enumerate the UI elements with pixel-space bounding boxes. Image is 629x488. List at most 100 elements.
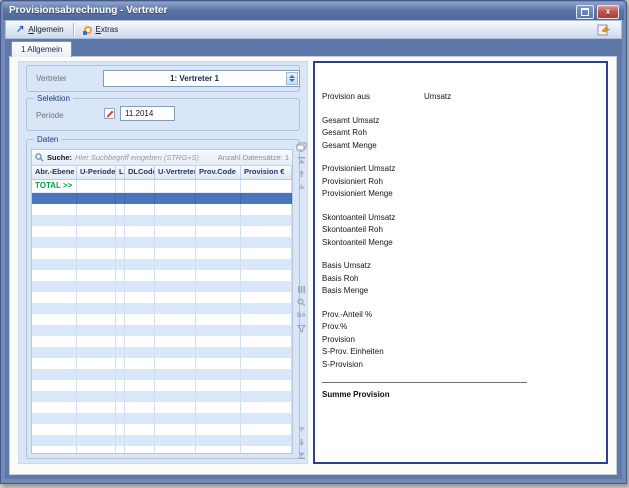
search-icon — [35, 153, 44, 162]
grid-cell — [116, 413, 125, 424]
grid-cell — [32, 215, 77, 226]
filter-icon — [297, 324, 306, 333]
grid-row[interactable] — [32, 281, 292, 292]
toolbar: ↗ Allgemein Extras — [5, 20, 622, 39]
grid-layout-button[interactable] — [296, 284, 307, 295]
grid-edit-mask-button[interactable]: BA — [296, 310, 307, 321]
grid-row[interactable] — [32, 204, 292, 215]
grid-cell — [32, 402, 77, 413]
grid-cell — [125, 424, 155, 435]
total-row-cell — [155, 180, 196, 192]
grid-cell — [116, 281, 125, 292]
grid-row[interactable] — [32, 435, 292, 446]
stat-label: Skontoanteil Umsatz — [322, 213, 395, 222]
calendar-edit-icon — [103, 107, 116, 120]
total-row-cell — [125, 180, 155, 192]
grid-row[interactable] — [32, 391, 292, 402]
grid-cell — [155, 248, 196, 259]
exit-button[interactable] — [591, 22, 617, 37]
scroll-down-button[interactable] — [296, 437, 307, 448]
grid-row[interactable] — [32, 336, 292, 347]
toolbar-button-allgemein[interactable]: ↗ Allgemein — [10, 22, 70, 37]
grid-cell — [241, 413, 292, 424]
selektion-group: Selektion Periode 11.2014 — [26, 98, 300, 131]
titlebar[interactable]: Provisionsabrechnung - Vertreter x — [3, 2, 624, 20]
grid-cell — [241, 259, 292, 270]
grid-total-row[interactable]: TOTAL >> — [32, 180, 292, 193]
grid-cell — [196, 193, 241, 204]
record-count: Anzahl Datensätze: 1 — [218, 153, 289, 162]
grid-row[interactable] — [32, 380, 292, 391]
grid-row[interactable] — [32, 215, 292, 226]
column-chooser-button[interactable] — [296, 141, 307, 152]
vertreter-spinner[interactable] — [286, 72, 298, 85]
left-panel: Vertreter 1: Vertreter 1 Selektion Perio… — [18, 61, 308, 464]
grid-row-selected[interactable] — [32, 193, 292, 204]
grid-body — [32, 193, 292, 454]
stat-row: S-Provision — [322, 359, 606, 372]
grid-row[interactable] — [32, 314, 292, 325]
tab-allgemein[interactable]: 1 Allgemein — [11, 41, 72, 57]
grid-row[interactable] — [32, 237, 292, 248]
grid-cell — [32, 391, 77, 402]
tab-allgemein-label: 1 Allgemein — [21, 45, 62, 54]
grid-row[interactable] — [32, 259, 292, 270]
grid-cell — [125, 336, 155, 347]
restore-window-button[interactable] — [576, 5, 594, 19]
row-up-button[interactable] — [296, 181, 307, 192]
grid-column-header-0[interactable]: Abr.-Ebene — [32, 166, 77, 179]
grid-column-header-6[interactable]: Provision € — [241, 166, 292, 179]
stat-row: Basis Menge — [322, 285, 606, 298]
grid-row[interactable] — [32, 292, 292, 303]
grid-cell — [241, 369, 292, 380]
grid-row[interactable] — [32, 402, 292, 413]
vertreter-dropdown[interactable]: 1: Vertreter 1 — [103, 70, 300, 87]
provision-stats: Provision ausUmsatzGesamt UmsatzGesamt R… — [315, 63, 606, 399]
scroll-to-top-button[interactable] — [296, 155, 307, 166]
grid-cell — [155, 435, 196, 446]
grid-cell — [196, 248, 241, 259]
selektion-group-title: Selektion — [34, 94, 73, 103]
toolbar-button-extras[interactable]: Extras — [78, 22, 125, 37]
periode-input[interactable]: 11.2014 — [120, 106, 175, 121]
scroll-up-button[interactable] — [296, 168, 307, 179]
periode-picker-button[interactable] — [103, 107, 116, 120]
grid-cell — [32, 248, 77, 259]
total-row-cell — [241, 180, 292, 192]
stat-label: Skontoanteil Menge — [322, 238, 393, 247]
grid-column-header-1[interactable]: U-Periode — [77, 166, 116, 179]
triangle-down-icon — [297, 425, 306, 434]
scroll-to-bottom-button[interactable] — [296, 450, 307, 461]
grid-cell — [155, 226, 196, 237]
grid-cell — [77, 347, 116, 358]
grid-column-header-3[interactable]: DLCode — [125, 166, 155, 179]
grid-row[interactable] — [32, 248, 292, 259]
close-window-button[interactable]: x — [597, 5, 619, 19]
grid-row[interactable] — [32, 424, 292, 435]
grid-search-bar[interactable]: Suche: Hier Suchbegriff eingeben (STRG+S… — [32, 150, 292, 166]
grid-cell — [32, 303, 77, 314]
grid-row[interactable] — [32, 270, 292, 281]
grid-cell — [116, 435, 125, 446]
grid-row[interactable] — [32, 446, 292, 454]
grid-row[interactable] — [32, 303, 292, 314]
grid-cell — [125, 435, 155, 446]
row-down-button[interactable] — [296, 424, 307, 435]
grid-cell — [116, 259, 125, 270]
search-input[interactable]: Hier Suchbegriff eingeben (STRG+S) — [75, 153, 199, 162]
grid-row[interactable] — [32, 369, 292, 380]
grid-row[interactable] — [32, 347, 292, 358]
grid-column-header-5[interactable]: Prov.Code — [196, 166, 241, 179]
grid-row[interactable] — [32, 413, 292, 424]
grid-filter-button[interactable] — [296, 323, 307, 334]
grid-cell — [125, 347, 155, 358]
stat-group-5: Prov.-Anteil %Prov.%ProvisionS-Prov. Ein… — [322, 309, 606, 372]
grid-row[interactable] — [32, 226, 292, 237]
data-grid: Suche: Hier Suchbegriff eingeben (STRG+S… — [31, 149, 293, 454]
grid-search-button[interactable] — [296, 297, 307, 308]
grid-row[interactable] — [32, 325, 292, 336]
grid-column-header-4[interactable]: U-Vertreter — [155, 166, 196, 179]
grid-column-header-2[interactable]: L — [116, 166, 125, 179]
grid-row[interactable] — [32, 358, 292, 369]
record-count-value: 1 — [285, 153, 289, 162]
